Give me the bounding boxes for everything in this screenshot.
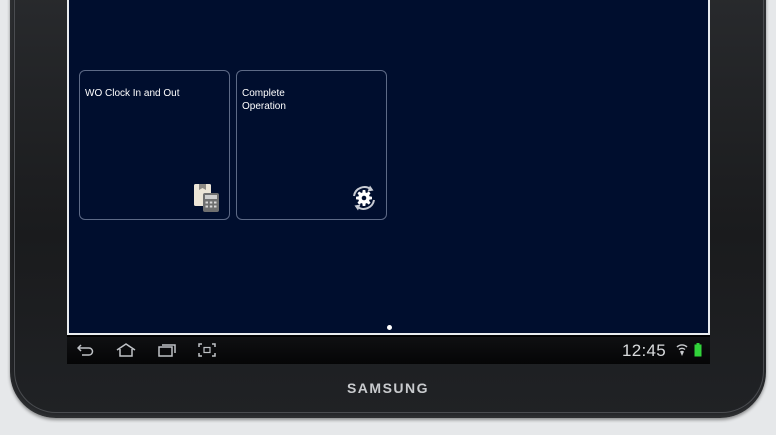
clipboard-calculator-icon xyxy=(192,183,222,218)
screenshot-icon[interactable] xyxy=(198,343,216,362)
status-clock: 12:45 xyxy=(622,341,667,360)
app-launcher-area: WO Clock In and Out Complete Operation xyxy=(67,0,710,335)
tile-title: WO Clock In and Out xyxy=(85,88,180,99)
back-icon[interactable] xyxy=(76,343,95,362)
home-icon[interactable] xyxy=(116,343,136,362)
tile-wo-clock-in-and-out[interactable]: WO Clock In and Out xyxy=(79,70,230,220)
tile-complete-operation[interactable]: Complete Operation xyxy=(236,70,387,220)
gear-sync-icon xyxy=(349,183,379,218)
battery-icon xyxy=(694,343,702,362)
tile-title: Complete Operation xyxy=(242,88,286,112)
system-nav-bar: 12:45 xyxy=(67,337,710,364)
page-indicator-dot xyxy=(387,325,392,330)
wifi-icon xyxy=(676,343,688,362)
recent-apps-icon[interactable] xyxy=(158,343,176,362)
tablet-screen: WO Clock In and Out Complete Operation 1… xyxy=(67,0,710,364)
device-brand-logo: SAMSUNG xyxy=(346,380,430,396)
